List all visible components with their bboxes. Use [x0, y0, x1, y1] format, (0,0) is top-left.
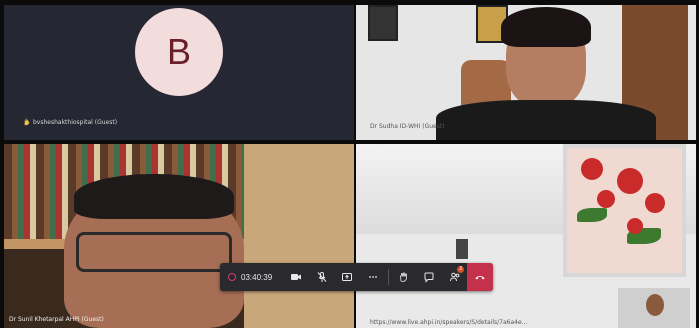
person-hair	[74, 174, 234, 219]
mic-button[interactable]	[309, 263, 335, 291]
leave-call-button[interactable]	[467, 263, 494, 291]
hangup-icon	[475, 276, 485, 280]
toolbar-divider	[387, 269, 389, 285]
wall-picture	[368, 5, 398, 41]
timer-text: 03:40:39	[241, 272, 273, 282]
participant-name: bvsheshakthiospital (Guest)	[33, 119, 118, 126]
meeting-controls-toolbar: 03:40:39 2	[220, 263, 494, 291]
self-view-person	[646, 294, 664, 316]
participant-tile-3[interactable]: Dr Sunil Khetarpal AHPI (Guest)	[4, 144, 354, 328]
share-icon	[342, 273, 353, 281]
raise-hand-icon	[400, 272, 408, 282]
chat-button[interactable]	[416, 263, 442, 291]
wall-switch	[456, 239, 468, 259]
chat-icon	[424, 272, 434, 283]
meeting-timer: 03:40:39	[220, 273, 283, 282]
avatar: B	[135, 8, 223, 96]
camera-icon	[290, 274, 301, 280]
camera-button[interactable]	[283, 263, 309, 291]
wall-painting	[563, 144, 686, 277]
self-view-thumbnail[interactable]	[618, 288, 690, 328]
more-icon	[368, 276, 377, 278]
recording-icon	[228, 273, 236, 281]
participant-tile-4[interactable]: https://www.live.ahpi.in/speakers/S/deta…	[356, 144, 696, 328]
raise-hand-button[interactable]	[391, 263, 417, 291]
participant-tile-1[interactable]: B bvsheshakthiospital (Guest)	[4, 5, 354, 140]
raise-hand-icon	[24, 118, 30, 126]
video-grid: B bvsheshakthiospital (Guest) Dr Sudha I…	[0, 0, 699, 328]
participant-name: Dr Sudha ID-WHI (Guest)	[370, 123, 445, 130]
participants-count-badge: 2	[457, 266, 465, 273]
participant-name: Dr Sunil Khetarpal AHPI (Guest)	[9, 316, 104, 323]
person-shirt	[436, 100, 656, 140]
person-hair	[501, 7, 591, 47]
avatar-initial: B	[166, 31, 191, 72]
participant-name: https://www.live.ahpi.in/speakers/S/deta…	[370, 319, 528, 326]
share-screen-button[interactable]	[334, 263, 360, 291]
participant-tile-2[interactable]: Dr Sudha ID-WHI (Guest)	[356, 5, 696, 140]
participants-button[interactable]: 2	[442, 263, 468, 291]
more-actions-button[interactable]	[360, 263, 386, 291]
wall-background	[244, 144, 354, 328]
mic-off-icon	[317, 272, 326, 282]
glasses	[76, 232, 232, 272]
